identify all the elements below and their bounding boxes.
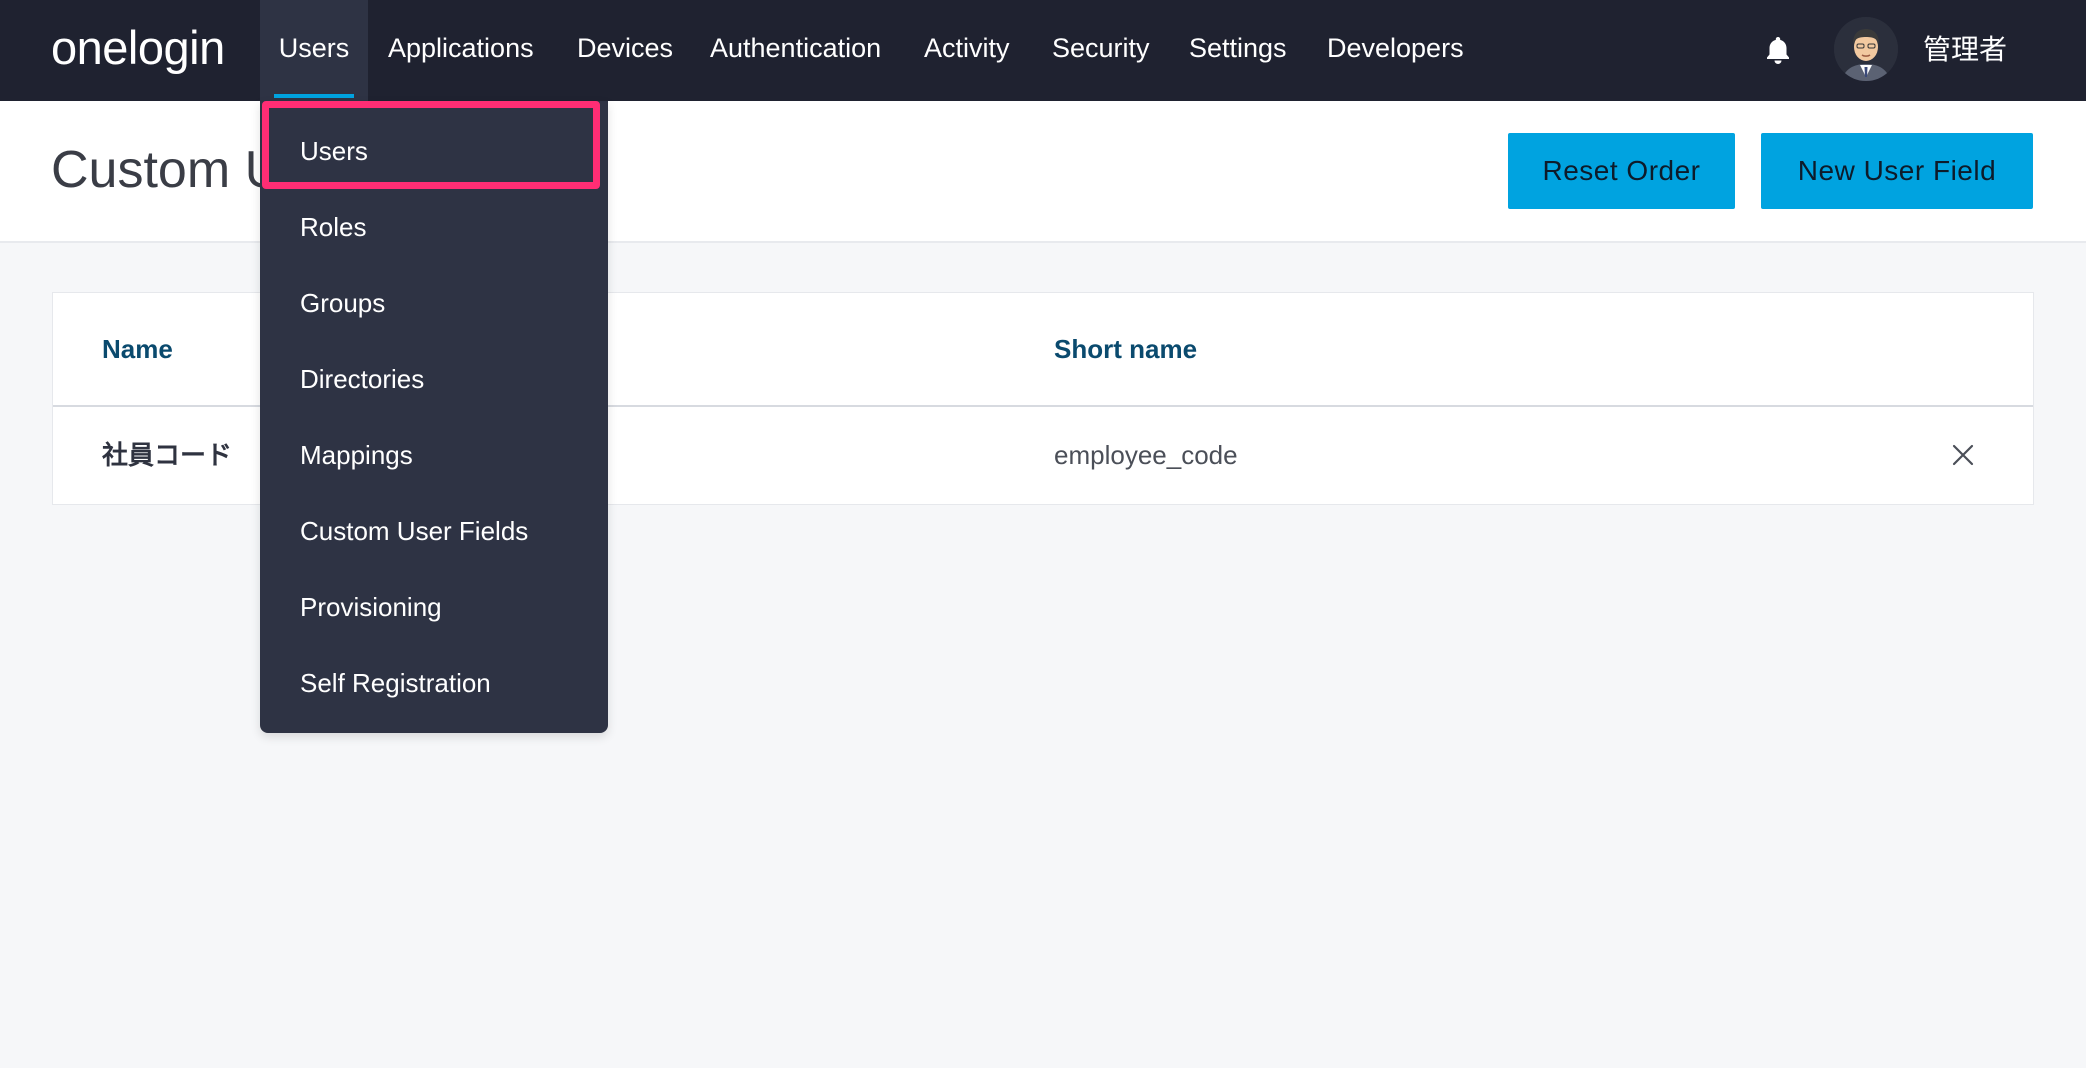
menu-item-mappings-label: Mappings — [300, 440, 413, 470]
nav-devices[interactable]: Devices — [577, 0, 673, 101]
bell-icon[interactable] — [1762, 34, 1794, 66]
nav-users[interactable]: Users — [260, 0, 368, 101]
nav-active-indicator — [274, 94, 354, 98]
reset-order-button[interactable]: Reset Order — [1508, 133, 1735, 209]
menu-item-self-registration-label: Self Registration — [300, 668, 491, 698]
menu-item-groups-label: Groups — [300, 288, 386, 318]
top-nav-bar: onelogin Users Applications Devices Auth… — [0, 0, 2086, 101]
new-user-field-button[interactable]: New User Field — [1761, 133, 2033, 209]
user-name[interactable]: 管理者 — [1923, 26, 2007, 74]
users-dropdown-menu: Users Roles Groups Directories Mappings … — [260, 101, 608, 733]
nav-settings[interactable]: Settings — [1189, 0, 1287, 101]
menu-item-directories[interactable]: Directories — [260, 341, 608, 417]
menu-item-roles[interactable]: Roles — [260, 189, 608, 265]
field-short-name-cell: employee_code — [1054, 440, 1238, 470]
menu-item-self-registration[interactable]: Self Registration — [260, 645, 608, 721]
menu-item-provisioning-label: Provisioning — [300, 592, 442, 622]
nav-authentication[interactable]: Authentication — [710, 0, 881, 101]
menu-item-groups[interactable]: Groups — [260, 265, 608, 341]
menu-item-directories-label: Directories — [300, 364, 425, 394]
column-header-name[interactable]: Name — [102, 329, 173, 369]
nav-users-label: Users — [278, 33, 350, 63]
menu-item-users[interactable]: Users — [260, 113, 608, 189]
menu-item-mappings[interactable]: Mappings — [260, 417, 608, 493]
field-name-cell: 社員コード — [102, 440, 233, 470]
close-icon[interactable] — [1947, 439, 1979, 471]
nav-security[interactable]: Security — [1052, 0, 1150, 101]
menu-item-custom-user-fields[interactable]: Custom User Fields — [260, 493, 608, 569]
page-title: Custom U — [51, 141, 283, 199]
menu-item-custom-user-fields-label: Custom User Fields — [300, 516, 529, 546]
menu-item-users-label: Users — [300, 136, 368, 166]
nav-developers[interactable]: Developers — [1327, 0, 1464, 101]
avatar[interactable] — [1834, 17, 1898, 81]
menu-item-provisioning[interactable]: Provisioning — [260, 569, 608, 645]
menu-item-roles-label: Roles — [300, 212, 367, 242]
column-header-short-name[interactable]: Short name — [1054, 329, 1197, 369]
nav-applications[interactable]: Applications — [388, 0, 534, 101]
nav-activity[interactable]: Activity — [924, 0, 1010, 101]
onelogin-logo[interactable]: onelogin — [51, 20, 225, 76]
